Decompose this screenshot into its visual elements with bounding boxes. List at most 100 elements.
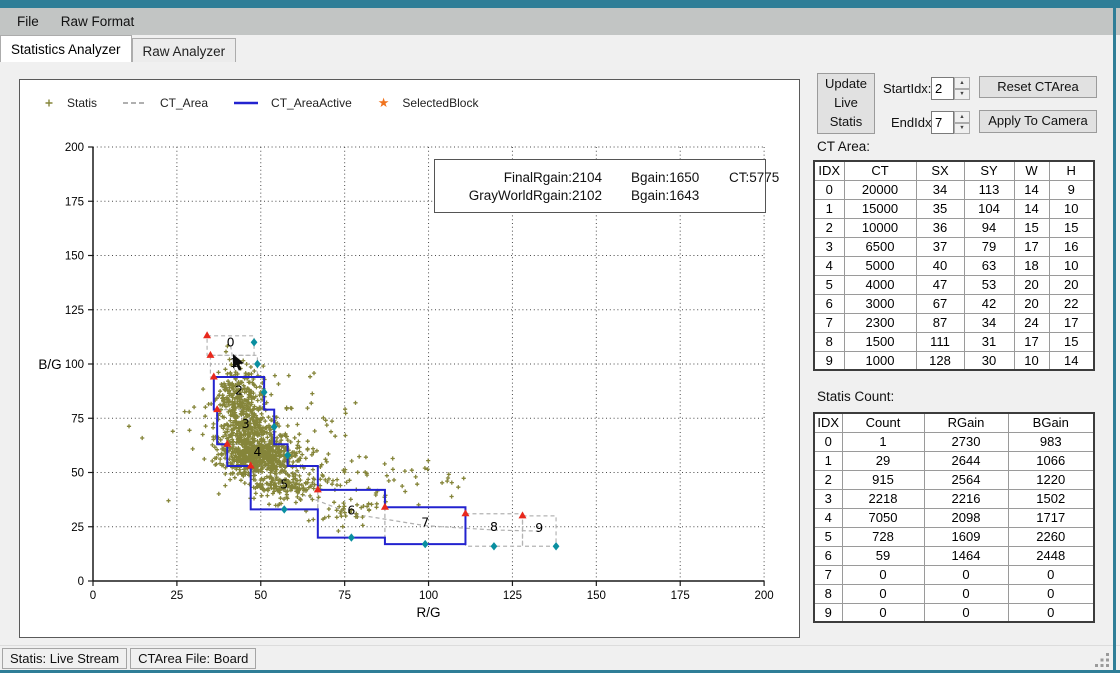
cell: 2730	[924, 432, 1008, 451]
cell: 87	[916, 313, 964, 332]
window-top-edge	[0, 0, 1120, 8]
table-row: 81500111311715	[814, 332, 1094, 351]
table-row: 3650037791716	[814, 237, 1094, 256]
cell: 2300	[844, 313, 916, 332]
spinner-up-icon[interactable]: ▲	[954, 77, 970, 89]
endidx-spinner[interactable]: 7 ▲ ▼	[931, 111, 970, 134]
table-row: 012730983	[814, 432, 1094, 451]
endidx-value[interactable]: 7	[931, 111, 954, 134]
final-label: Final	[443, 170, 533, 185]
cell: 4	[814, 508, 842, 527]
table-row: 65914642448	[814, 546, 1094, 565]
status-bar: Statis: Live Stream CTArea File: Board	[0, 645, 1120, 670]
column-header: Count	[842, 413, 924, 432]
cell: 10	[1014, 351, 1049, 370]
cell: 67	[916, 294, 964, 313]
startidx-value[interactable]: 2	[931, 77, 954, 100]
resize-grip-icon[interactable]	[1095, 653, 1111, 668]
table-row: 6300067422022	[814, 294, 1094, 313]
table-header-row: IDXCountRGainBGain	[814, 413, 1094, 432]
cell: 10	[1049, 199, 1094, 218]
cell: 40	[916, 256, 964, 275]
reset-ctarea-button[interactable]: Reset CTArea	[979, 76, 1097, 98]
cell: 16	[1049, 237, 1094, 256]
cell: 10000	[844, 218, 916, 237]
legend-item-ct_area: CT_Area	[123, 96, 208, 110]
cell: 3000	[844, 294, 916, 313]
cell: 5000	[844, 256, 916, 275]
column-header: RGain	[924, 413, 1008, 432]
cell: 5	[814, 275, 844, 294]
cell: 15	[1014, 218, 1049, 237]
cell: 7	[814, 565, 842, 584]
apply-to-camera-button[interactable]: Apply To Camera	[979, 110, 1097, 133]
cell: 79	[964, 237, 1014, 256]
star-icon: ★	[378, 98, 390, 108]
legend-label: CT_Area	[160, 96, 208, 110]
cell: 47	[916, 275, 964, 294]
tab-strip: Statistics Analyzer Raw Analyzer	[0, 35, 1113, 62]
table-row: 3221822161502	[814, 489, 1094, 508]
table-row: 4500040631810	[814, 256, 1094, 275]
cell: 2	[814, 470, 842, 489]
tab-raw-analyzer[interactable]: Raw Analyzer	[132, 38, 237, 62]
cell: 14	[1049, 351, 1094, 370]
cell: 104	[964, 199, 1014, 218]
cell: 18	[1014, 256, 1049, 275]
cell: 9	[814, 351, 844, 370]
cell: 9	[1049, 180, 1094, 199]
cell: 94	[964, 218, 1014, 237]
menu-raw-format[interactable]: Raw Format	[50, 10, 146, 33]
grayworld-rgain: Rgain:2102	[533, 188, 631, 203]
svg-text:0: 0	[78, 576, 84, 588]
statis-count-table: IDXCountRGainBGain0127309831292644106629…	[813, 412, 1095, 623]
menu-file[interactable]: File	[6, 10, 50, 33]
startidx-spinner[interactable]: 2 ▲ ▼	[931, 77, 970, 100]
cell: 983	[1008, 432, 1094, 451]
spinner-up-icon[interactable]: ▲	[954, 111, 970, 123]
cell: 42	[964, 294, 1014, 313]
svg-text:200: 200	[65, 142, 84, 154]
cell: 15000	[844, 199, 916, 218]
cell: 4	[814, 256, 844, 275]
dashed-line-icon	[123, 100, 147, 106]
table-row: 9000	[814, 603, 1094, 622]
cell: 63	[964, 256, 1014, 275]
svg-text:R/G: R/G	[417, 605, 441, 620]
cell: 34	[916, 180, 964, 199]
cell: 14	[1014, 180, 1049, 199]
svg-text:25: 25	[170, 590, 183, 602]
cell: 2	[814, 218, 844, 237]
cell: 7	[814, 313, 844, 332]
table-row: 7000	[814, 565, 1094, 584]
svg-text:6: 6	[347, 503, 355, 518]
startidx-label: StartIdx:	[883, 81, 931, 96]
cell: 2260	[1008, 527, 1094, 546]
svg-text:175: 175	[671, 590, 690, 602]
statis-source-status: Statis: Live Stream	[2, 648, 127, 669]
svg-text:9: 9	[535, 520, 543, 535]
window-right-edge	[1113, 8, 1116, 670]
cell: 37	[916, 237, 964, 256]
update-live-statis-button[interactable]: Update Live Statis	[817, 73, 875, 134]
cell: 2098	[924, 508, 1008, 527]
spinner-down-icon[interactable]: ▼	[954, 123, 970, 135]
tab-statistics-analyzer[interactable]: Statistics Analyzer	[0, 35, 132, 62]
endidx-label: EndIdx:	[891, 115, 935, 130]
cell: 36	[916, 218, 964, 237]
legend-label: CT_AreaActive	[271, 96, 352, 110]
chart-legend: StatisCT_AreaCT_AreaActive★SelectedBlock	[44, 96, 478, 110]
cell: 1	[842, 432, 924, 451]
cell: 1502	[1008, 489, 1094, 508]
svg-text:75: 75	[338, 590, 351, 602]
table-row: 91000128301014	[814, 351, 1094, 370]
spinner-down-icon[interactable]: ▼	[954, 89, 970, 101]
final-ct: CT:5775	[729, 170, 779, 185]
menu-bar: File Raw Format	[0, 8, 1120, 35]
cell: 17	[1014, 237, 1049, 256]
cell: 0	[924, 603, 1008, 622]
table-row: 4705020981717	[814, 508, 1094, 527]
column-header: H	[1049, 161, 1094, 180]
cell: 10	[1049, 256, 1094, 275]
cell: 2448	[1008, 546, 1094, 565]
